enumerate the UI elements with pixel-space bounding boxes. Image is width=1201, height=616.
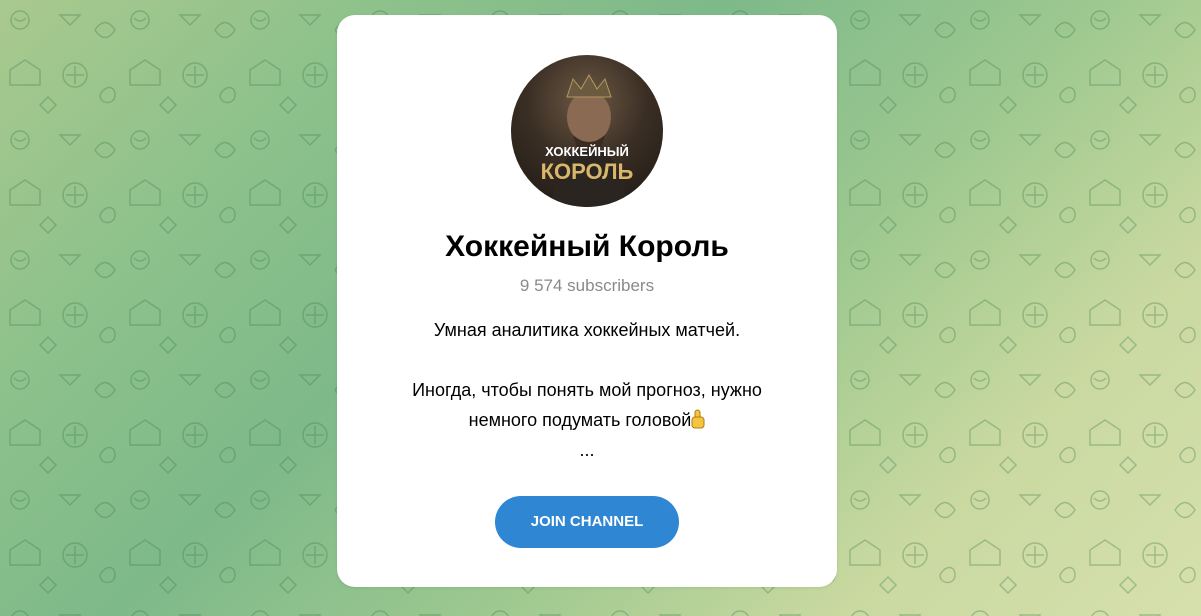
channel-description: Умная аналитика хоккейных матчей. Иногда… <box>367 315 807 465</box>
description-line: Иногда, чтобы понять мой прогноз, нужно <box>412 380 762 400</box>
channel-avatar[interactable]: ХОККЕЙНЫЙ КОРОЛЬ <box>511 55 663 207</box>
channel-card: ХОККЕЙНЫЙ КОРОЛЬ Хоккейный Король 9 574 … <box>337 15 837 587</box>
subscriber-count: 9 574 subscribers <box>519 276 655 295</box>
description-more: ... <box>579 440 595 460</box>
description-text: немного подумать головой <box>468 410 692 430</box>
join-channel-button[interactable]: JOIN CHANNEL <box>495 496 679 548</box>
channel-title: Хоккейный Король <box>445 230 729 263</box>
pointing-up-icon <box>691 408 705 429</box>
avatar-text-bottom: КОРОЛЬ <box>541 159 634 184</box>
description-line: Умная аналитика хоккейных матчей. <box>433 320 741 340</box>
avatar-text-top: ХОККЕЙНЫЙ <box>545 144 629 159</box>
description-line-with-emoji: немного подумать головой <box>367 405 807 435</box>
